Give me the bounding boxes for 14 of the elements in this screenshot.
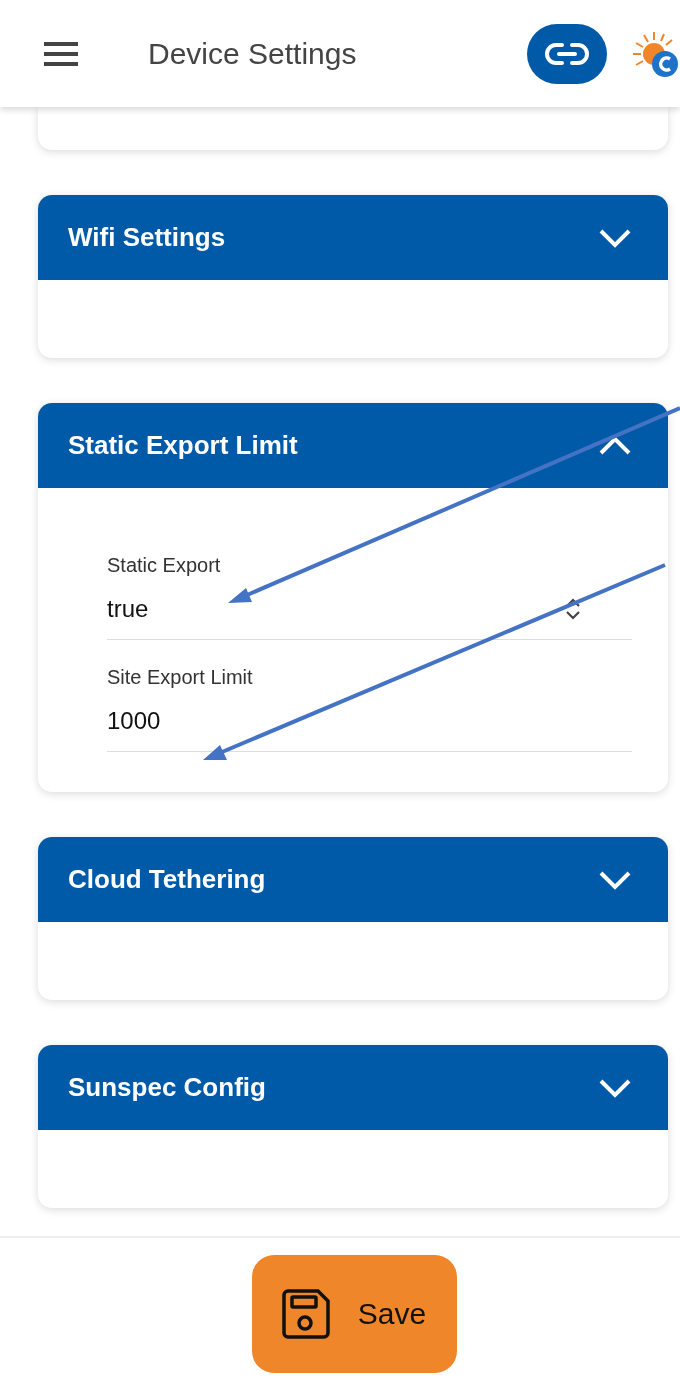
- section-header[interactable]: Cloud Tethering: [38, 837, 668, 922]
- chevron-down-icon: [598, 227, 632, 248]
- chevron-up-icon: [598, 435, 632, 456]
- section-header[interactable]: Sunspec Config: [38, 1045, 668, 1130]
- section-header[interactable]: Wifi Settings: [38, 195, 668, 280]
- chevron-down-icon: [598, 1077, 632, 1098]
- link-icon: [545, 40, 589, 67]
- section-header[interactable]: Static Export Limit: [38, 403, 668, 488]
- field-label: Site Export Limit: [107, 665, 254, 690]
- page-title: Device Settings: [148, 36, 358, 71]
- save-button[interactable]: Save: [251, 1255, 457, 1373]
- field-label: Static Export: [107, 553, 222, 578]
- chevron-down-icon: [598, 869, 632, 890]
- menu-icon[interactable]: [42, 40, 80, 67]
